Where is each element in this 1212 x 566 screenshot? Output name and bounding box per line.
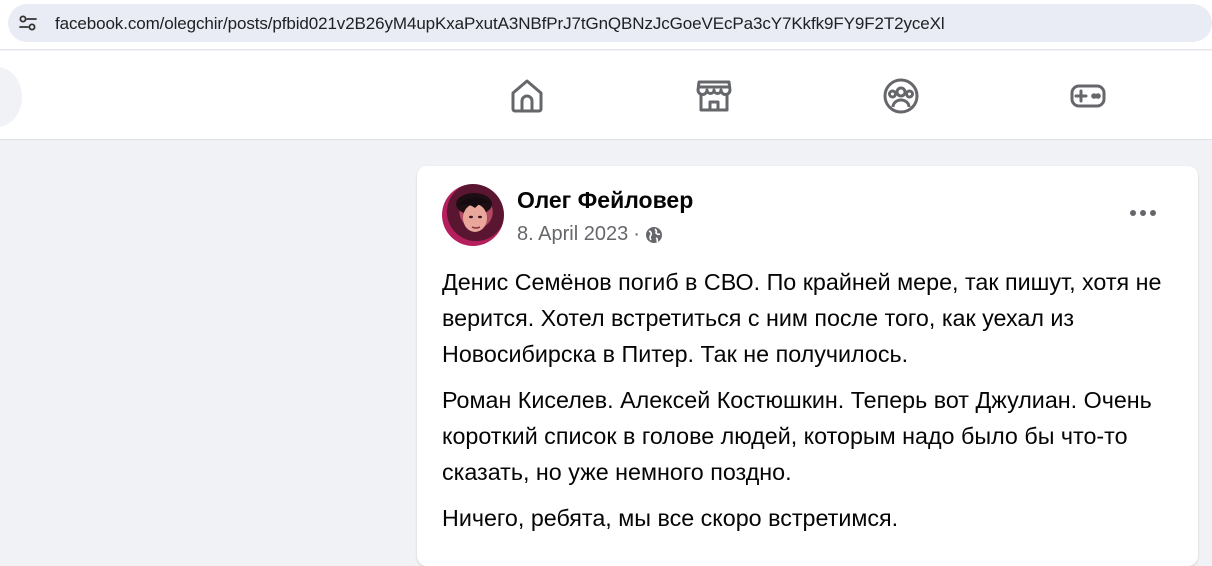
post-text: Денис Семёнов погиб в СВО. По крайней ме… xyxy=(442,264,1182,546)
url-text[interactable]: facebook.com/olegchir/posts/pfbid021v2B2… xyxy=(55,14,945,34)
gaming-icon[interactable] xyxy=(1068,76,1108,116)
post-paragraph: Роман Киселев. Алексей Костюшкин. Теперь… xyxy=(442,387,1152,485)
groups-icon[interactable] xyxy=(881,76,921,116)
tune-icon[interactable] xyxy=(18,13,38,33)
post-paragraph: Ничего, ребята, мы все скоро встретимся. xyxy=(442,505,899,531)
post-meta: 8. April 2023 · xyxy=(517,223,663,246)
top-navigation xyxy=(0,51,1212,140)
browser-address-bar: facebook.com/olegchir/posts/pfbid021v2B2… xyxy=(0,0,1212,50)
more-options-icon[interactable] xyxy=(1128,200,1158,226)
home-icon[interactable] xyxy=(507,76,547,116)
marketplace-icon[interactable] xyxy=(694,76,734,116)
post-date[interactable]: 8. April 2023 xyxy=(517,223,628,246)
meta-separator: · xyxy=(633,223,640,245)
post-author[interactable]: Олег Фейловер xyxy=(517,187,693,214)
back-button[interactable] xyxy=(0,67,22,127)
url-field[interactable]: facebook.com/olegchir/posts/pfbid021v2B2… xyxy=(8,4,1212,42)
post-card: Олег Фейловер 8. April 2023 · Денис Семё… xyxy=(417,166,1198,566)
post-paragraph: Денис Семёнов погиб в СВО. По крайней ме… xyxy=(442,269,1162,367)
globe-icon[interactable] xyxy=(645,226,663,244)
avatar[interactable] xyxy=(442,184,504,246)
